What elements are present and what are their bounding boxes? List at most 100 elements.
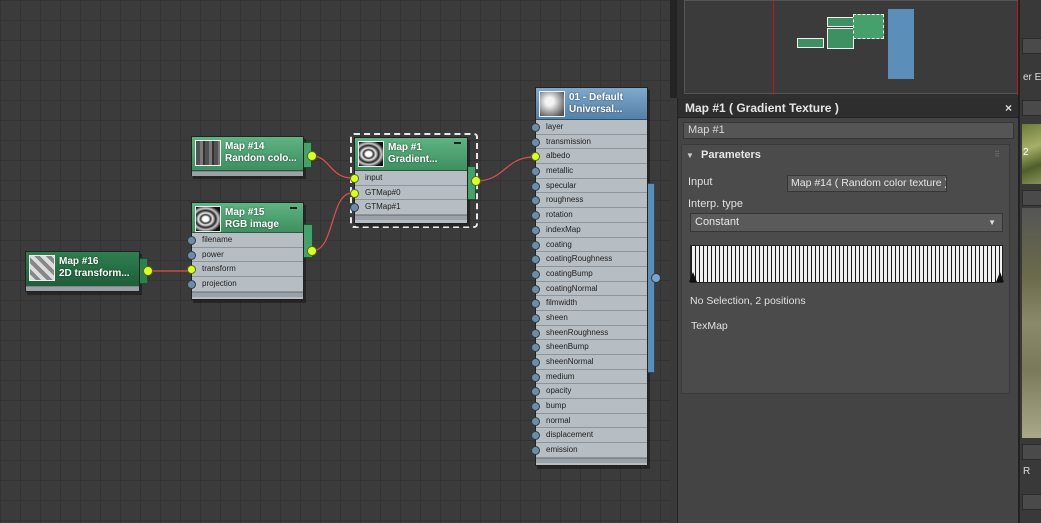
grip-icon[interactable]: ⠿ bbox=[994, 150, 1001, 159]
node-material-output-port[interactable] bbox=[651, 273, 661, 283]
port-dot-icon[interactable] bbox=[187, 280, 196, 290]
port-coatingbump[interactable]: coatingBump bbox=[531, 267, 647, 282]
minimize-icon[interactable] bbox=[454, 142, 461, 144]
node-map16[interactable]: Map #16 2D transform... bbox=[25, 251, 140, 292]
port-dot-icon[interactable] bbox=[187, 250, 196, 260]
map-name-field[interactable]: Map #1 bbox=[683, 122, 1014, 139]
toolbar-button[interactable] bbox=[1022, 100, 1041, 116]
port-dot-icon[interactable] bbox=[531, 255, 540, 265]
port-dot-icon[interactable] bbox=[531, 431, 540, 441]
input-map-button[interactable]: Map #14 ( Random color texture ) bbox=[787, 175, 947, 192]
port-dot-icon[interactable] bbox=[531, 211, 540, 221]
node-map15[interactable]: Map #15 RGB image filename power transfo… bbox=[187, 202, 304, 300]
node-map15-output-port[interactable] bbox=[307, 246, 317, 256]
node-map16-thumbnail bbox=[29, 255, 55, 281]
port-bump[interactable]: bump bbox=[531, 399, 647, 414]
port-dot-icon[interactable] bbox=[531, 196, 540, 206]
port-power[interactable]: power bbox=[187, 248, 303, 263]
node-map15-header[interactable]: Map #15 RGB image bbox=[192, 203, 303, 233]
port-dot-icon[interactable] bbox=[531, 416, 540, 426]
port-coatingnormal[interactable]: coatingNormal bbox=[531, 282, 647, 297]
toolbar-button[interactable] bbox=[1022, 38, 1041, 54]
node-editor-canvas[interactable]: Map #14 Random colo... Map #15 RGB image… bbox=[0, 0, 670, 523]
gradient-ramp[interactable] bbox=[689, 245, 1004, 283]
port-sheenbump[interactable]: sheenBump bbox=[531, 340, 647, 355]
collapse-arrow-icon[interactable]: ▼ bbox=[686, 151, 694, 160]
toolbar-button[interactable] bbox=[1022, 494, 1041, 510]
port-gtmap1[interactable]: GTMap#1 bbox=[350, 200, 467, 216]
port-filmwidth[interactable]: filmwidth bbox=[531, 296, 647, 311]
parameters-rollout-header[interactable]: ▼ Parameters bbox=[682, 145, 1009, 165]
node-map14-output-port[interactable] bbox=[307, 151, 317, 161]
port-metallic[interactable]: metallic bbox=[531, 164, 647, 179]
port-dot-icon[interactable] bbox=[531, 299, 540, 309]
port-dot-icon[interactable] bbox=[531, 225, 540, 235]
port-label: medium bbox=[546, 371, 575, 381]
node-map14-header[interactable]: Map #14 Random colo... bbox=[192, 137, 303, 171]
port-coatingroughness[interactable]: coatingRoughness bbox=[531, 252, 647, 267]
port-normal[interactable]: normal bbox=[531, 414, 647, 429]
port-dot-icon[interactable] bbox=[531, 181, 540, 191]
port-sheen[interactable]: sheen bbox=[531, 311, 647, 326]
port-rotation[interactable]: rotation bbox=[531, 208, 647, 223]
minimize-icon[interactable] bbox=[290, 207, 297, 209]
port-input[interactable]: input bbox=[350, 171, 467, 186]
port-medium[interactable]: medium bbox=[531, 370, 647, 385]
node-material-header[interactable]: 01 - Default Universal... bbox=[536, 88, 647, 120]
port-dot-icon[interactable] bbox=[531, 137, 540, 147]
port-dot-icon[interactable] bbox=[531, 313, 540, 323]
port-dot-icon[interactable] bbox=[531, 284, 540, 294]
port-opacity[interactable]: opacity bbox=[531, 384, 647, 400]
port-dot-icon[interactable] bbox=[531, 343, 540, 353]
node-map1-output-port[interactable] bbox=[471, 176, 481, 186]
node-map14[interactable]: Map #14 Random colo... bbox=[191, 136, 304, 176]
interp-type-select[interactable]: Constant ▼ bbox=[690, 213, 1003, 232]
port-dot-icon[interactable] bbox=[531, 152, 540, 162]
port-layer[interactable]: layer bbox=[531, 120, 647, 135]
toolbar-button[interactable] bbox=[1022, 190, 1041, 206]
port-dot-icon[interactable] bbox=[531, 167, 540, 177]
gradient-flag-icon[interactable] bbox=[689, 272, 697, 282]
node-map1-header[interactable]: Map #1 Gradient... bbox=[355, 138, 467, 171]
port-albedo[interactable]: albedo bbox=[531, 149, 647, 165]
port-transmission[interactable]: transmission bbox=[531, 135, 647, 150]
port-dot-icon[interactable] bbox=[350, 188, 359, 198]
port-dot-icon[interactable] bbox=[350, 174, 359, 183]
port-transform[interactable]: transform bbox=[187, 262, 303, 278]
port-coating[interactable]: coating bbox=[531, 238, 647, 253]
node-map16-title-2: 2D transform... bbox=[59, 268, 130, 279]
port-dot-icon[interactable] bbox=[531, 123, 540, 132]
port-label: transmission bbox=[546, 136, 591, 146]
port-dot-icon[interactable] bbox=[187, 236, 196, 245]
port-sheenroughness[interactable]: sheenRoughness bbox=[531, 326, 647, 341]
port-filename[interactable]: filename bbox=[187, 233, 303, 248]
port-dot-icon[interactable] bbox=[531, 402, 540, 412]
port-dot-icon[interactable] bbox=[350, 203, 359, 213]
port-dot-icon[interactable] bbox=[531, 328, 540, 338]
port-dot-icon[interactable] bbox=[187, 265, 196, 275]
navigator-view[interactable] bbox=[684, 0, 1019, 95]
node-material[interactable]: 01 - Default Universal... layer transmiss… bbox=[531, 87, 648, 466]
port-dot-icon[interactable] bbox=[531, 358, 540, 367]
port-emission[interactable]: emission bbox=[531, 443, 647, 458]
toolbar-button[interactable] bbox=[1022, 444, 1041, 460]
port-gtmap0[interactable]: GTMap#0 bbox=[350, 186, 467, 201]
gradient-flag-icon[interactable] bbox=[996, 272, 1004, 282]
port-dot-icon[interactable] bbox=[531, 269, 540, 279]
port-dot-icon[interactable] bbox=[531, 372, 540, 382]
port-dot-icon[interactable] bbox=[531, 446, 540, 456]
port-dot-icon[interactable] bbox=[531, 387, 540, 397]
node-map1[interactable]: Map #1 Gradient... input GTMap#0 GTMap#1 bbox=[350, 137, 468, 224]
node-map16-output-port[interactable] bbox=[143, 266, 153, 276]
port-roughness[interactable]: roughness bbox=[531, 193, 647, 209]
port-dot-icon[interactable] bbox=[531, 240, 540, 250]
port-projection[interactable]: projection bbox=[187, 277, 303, 292]
port-displacement[interactable]: displacement bbox=[531, 428, 647, 444]
navigator-node-mini bbox=[827, 17, 854, 27]
port-specular[interactable]: specular bbox=[531, 179, 647, 194]
close-icon[interactable]: × bbox=[1005, 101, 1012, 115]
port-indexmap[interactable]: indexMap bbox=[531, 223, 647, 238]
port-label: transform bbox=[202, 264, 236, 274]
port-sheennormal[interactable]: sheenNormal bbox=[531, 355, 647, 370]
node-map16-header[interactable]: Map #16 2D transform... bbox=[26, 252, 139, 286]
